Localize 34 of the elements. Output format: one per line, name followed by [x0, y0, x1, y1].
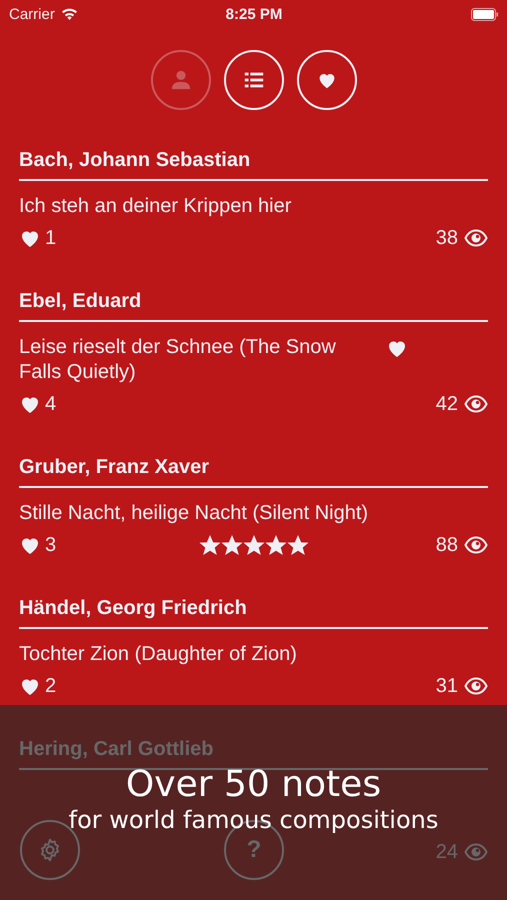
favorites-button[interactable]	[296, 50, 356, 110]
eye-icon	[464, 536, 488, 554]
like-count: 2	[45, 674, 56, 698]
like-count: 1	[45, 226, 56, 250]
battery-icon	[470, 8, 499, 20]
song-title[interactable]: Ich steh an deiner Krippen hier	[19, 194, 292, 219]
carrier-label: Carrier	[9, 6, 55, 22]
view-count: 38	[436, 226, 458, 250]
eye-icon	[464, 843, 488, 861]
song-title[interactable]: Stille Nacht, heilige Nacht (Silent Night)	[19, 501, 368, 526]
star-icon	[243, 534, 264, 556]
eye-icon	[464, 395, 488, 413]
composer-heading[interactable]: Bach, Johann Sebastian	[19, 146, 488, 181]
view-count: 42	[436, 392, 458, 416]
composer-heading[interactable]: Händel, Georg Friedrich	[19, 594, 488, 629]
star-icon	[287, 534, 308, 556]
view-count: 24	[436, 840, 458, 864]
eye-icon	[464, 677, 488, 695]
wifi-icon	[60, 8, 78, 20]
person-icon	[170, 69, 192, 91]
like-count: 3	[45, 534, 56, 556]
view-count: 88	[436, 534, 458, 556]
view-count: 31	[436, 674, 458, 698]
song-title[interactable]: Tochter Zion (Daughter of Zion)	[19, 642, 297, 667]
eye-icon	[464, 229, 488, 247]
composer-heading[interactable]: Ebel, Eduard	[19, 287, 488, 322]
like-count: 4	[45, 392, 56, 416]
status-time: 8:25 PM	[226, 6, 282, 22]
composer-heading[interactable]: Gruber, Franz Xaver	[19, 453, 488, 488]
star-icon	[265, 534, 286, 556]
star-icon	[221, 534, 242, 556]
list-view-button[interactable]	[224, 50, 284, 110]
song-title[interactable]: Leise rieselt der Schnee (The Snow Falls Quietly)	[19, 335, 376, 385]
star-icon	[199, 534, 220, 556]
